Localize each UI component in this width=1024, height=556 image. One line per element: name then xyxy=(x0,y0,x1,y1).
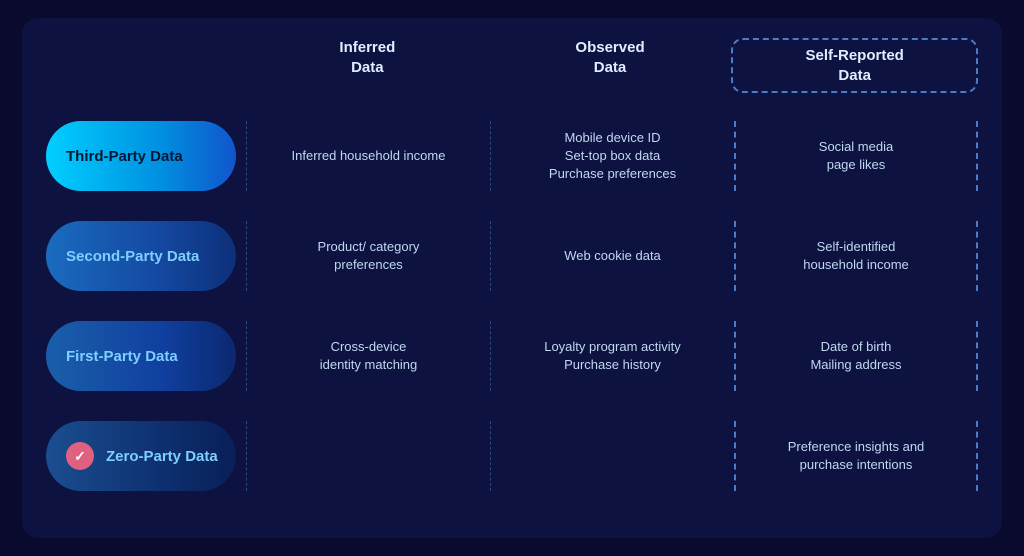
first-self-cell: Date of birthMailing address xyxy=(734,321,978,391)
second-party-label: Second-Party Data xyxy=(66,248,199,265)
header-inferred: InferredData xyxy=(246,38,489,93)
third-inferred-cell: Inferred household income xyxy=(246,121,490,191)
first-party-cells: Cross-deviceidentity matching Loyalty pr… xyxy=(246,321,978,391)
second-observed-cell: Web cookie data xyxy=(490,221,734,291)
zero-observed-cell xyxy=(490,421,734,491)
second-party-pill: Second-Party Data xyxy=(46,221,236,291)
second-inferred-cell: Product/ categorypreferences xyxy=(246,221,490,291)
check-icon xyxy=(66,442,94,470)
header-inferred-label: InferredData xyxy=(339,39,395,76)
second-self-cell: Self-identifiedhousehold income xyxy=(734,221,978,291)
first-observed-cell: Loyalty program activityPurchase history xyxy=(490,321,734,391)
zero-inferred-cell xyxy=(246,421,490,491)
first-observed-text: Loyalty program activityPurchase history xyxy=(544,338,681,374)
third-inferred-text: Inferred household income xyxy=(292,147,446,165)
row-zero-party: Zero-Party Data Preference insights andp… xyxy=(46,411,978,501)
first-inferred-text: Cross-deviceidentity matching xyxy=(320,338,418,374)
third-party-cells: Inferred household income Mobile device … xyxy=(246,121,978,191)
third-party-label: Third-Party Data xyxy=(66,148,183,165)
first-party-label: First-Party Data xyxy=(66,348,178,365)
third-self-text: Social mediapage likes xyxy=(819,138,893,174)
second-self-text: Self-identifiedhousehold income xyxy=(803,238,909,274)
second-party-cells: Product/ categorypreferences Web cookie … xyxy=(246,221,978,291)
first-inferred-cell: Cross-deviceidentity matching xyxy=(246,321,490,391)
row-label-wrapper-second: Second-Party Data xyxy=(46,221,246,291)
third-observed-text: Mobile device IDSet-top box dataPurchase… xyxy=(549,129,676,184)
first-party-pill: First-Party Data xyxy=(46,321,236,391)
third-party-pill: Third-Party Data xyxy=(46,121,236,191)
main-container: InferredData ObservedData Self-ReportedD… xyxy=(22,18,1002,538)
third-self-cell: Social mediapage likes xyxy=(734,121,978,191)
header-self-reported-label: Self-ReportedData xyxy=(806,47,904,84)
second-inferred-text: Product/ categorypreferences xyxy=(318,238,420,274)
third-observed-cell: Mobile device IDSet-top box dataPurchase… xyxy=(490,121,734,191)
row-label-wrapper-zero: Zero-Party Data xyxy=(46,421,246,491)
zero-self-cell: Preference insights andpurchase intentio… xyxy=(734,421,978,491)
first-self-text: Date of birthMailing address xyxy=(810,338,901,374)
header-row: InferredData ObservedData Self-ReportedD… xyxy=(46,38,978,101)
zero-party-pill: Zero-Party Data xyxy=(46,421,236,491)
header-observed-label: ObservedData xyxy=(575,39,644,76)
row-label-wrapper-first: First-Party Data xyxy=(46,321,246,391)
row-label-wrapper-third: Third-Party Data xyxy=(46,121,246,191)
zero-self-text: Preference insights andpurchase intentio… xyxy=(788,438,925,474)
row-third-party: Third-Party Data Inferred household inco… xyxy=(46,111,978,201)
second-observed-text: Web cookie data xyxy=(564,247,661,265)
zero-party-cells: Preference insights andpurchase intentio… xyxy=(246,421,978,491)
header-self-reported: Self-ReportedData xyxy=(731,38,978,93)
header-columns: InferredData ObservedData Self-ReportedD… xyxy=(246,38,978,93)
header-observed: ObservedData xyxy=(489,38,732,93)
row-second-party: Second-Party Data Product/ categoryprefe… xyxy=(46,211,978,301)
row-first-party: First-Party Data Cross-deviceidentity ma… xyxy=(46,311,978,401)
zero-party-label: Zero-Party Data xyxy=(106,448,218,465)
